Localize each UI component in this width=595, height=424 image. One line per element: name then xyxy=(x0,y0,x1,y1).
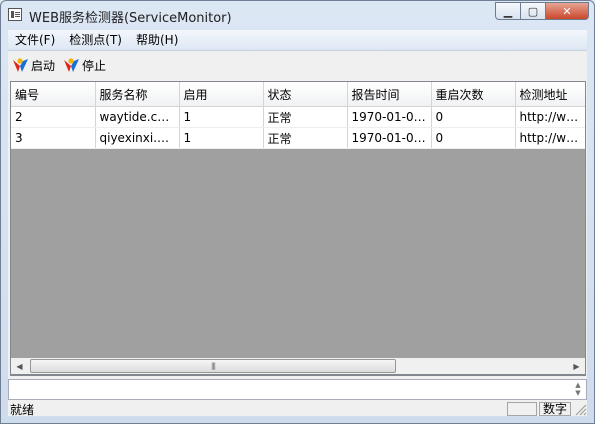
table-cell: 1 xyxy=(179,127,264,149)
maximize-button[interactable]: ▢ xyxy=(520,2,546,20)
start-button[interactable]: 启动 xyxy=(8,54,59,76)
close-icon: ✕ xyxy=(562,4,572,18)
menu-checkpoint[interactable]: 检测点(T) xyxy=(62,30,129,50)
table-cell: 1970-01-01 ... xyxy=(347,106,432,128)
table-row[interactable]: 3 qiyexinxi.net 1 正常 1970-01-01 ... 0 ht… xyxy=(11,127,585,149)
column-header-report-time[interactable]: 报告时间 xyxy=(347,82,432,107)
scroll-thumb[interactable]: ||| xyxy=(30,359,396,373)
status-text: 就绪 xyxy=(10,402,35,417)
table-cell: 正常 xyxy=(263,106,348,128)
app-icon[interactable] xyxy=(8,8,22,21)
service-list[interactable]: 编号 服务名称 启用 状态 报告时间 重启次数 检测地址 2 waytide.c… xyxy=(10,81,586,376)
client-area: 文件(F) 检测点(T) 帮助(H) 启动 停止 编号 服务名称 启用 状态 报… xyxy=(8,30,587,417)
table-cell: http://www. xyxy=(515,127,585,149)
minimize-icon: ▁ xyxy=(503,4,513,18)
app-window: WEB服务检测器(ServiceMonitor) ▁ ▢ ✕ 文件(F) 检测点… xyxy=(0,0,595,424)
status-bar: 就绪 数字 xyxy=(8,401,587,417)
close-button[interactable]: ✕ xyxy=(545,2,589,20)
table-cell: 1970-01-01 ... xyxy=(347,127,432,149)
horizontal-scrollbar[interactable]: ◀ ||| ▶ xyxy=(10,358,586,375)
maximize-icon: ▢ xyxy=(527,4,539,18)
scroll-right-icon[interactable]: ▶ xyxy=(568,358,585,374)
title-bar[interactable]: WEB服务检测器(ServiceMonitor) ▁ ▢ ✕ xyxy=(1,1,594,29)
window-title: WEB服务检测器(ServiceMonitor) xyxy=(29,11,232,26)
table-cell: 3 xyxy=(11,127,96,149)
log-scroll-arrows[interactable]: ▲ ▼ xyxy=(572,381,584,398)
stop-icon xyxy=(64,57,80,72)
table-cell: waytide.com xyxy=(95,106,180,128)
table-cell: http://www. xyxy=(515,106,585,128)
table-cell: 1 xyxy=(179,106,264,128)
column-header-enabled[interactable]: 启用 xyxy=(179,82,264,107)
status-panel-empty xyxy=(506,402,537,416)
scroll-left-icon[interactable]: ◀ xyxy=(11,358,28,374)
service-table: 编号 服务名称 启用 状态 报告时间 重启次数 检测地址 2 waytide.c… xyxy=(11,82,585,149)
status-numlock: 数字 xyxy=(538,402,571,416)
toolbar: 启动 停止 xyxy=(8,52,587,78)
stop-label: 停止 xyxy=(82,58,107,73)
table-row[interactable]: 2 waytide.com 1 正常 1970-01-01 ... 0 http… xyxy=(11,106,585,128)
start-label: 启动 xyxy=(31,58,56,73)
chevron-up-icon[interactable]: ▲ xyxy=(572,381,584,389)
table-header-row: 编号 服务名称 启用 状态 报告时间 重启次数 检测地址 xyxy=(11,82,585,107)
table-cell: 0 xyxy=(431,106,516,128)
column-header-status[interactable]: 状态 xyxy=(263,82,348,107)
resize-grip-icon[interactable] xyxy=(573,402,587,416)
table-cell: 正常 xyxy=(263,127,348,149)
table-cell: 0 xyxy=(431,127,516,149)
column-header-id[interactable]: 编号 xyxy=(11,82,96,107)
grip-icon: ||| xyxy=(210,362,216,370)
minimize-button[interactable]: ▁ xyxy=(495,2,521,20)
stop-button[interactable]: 停止 xyxy=(59,54,110,76)
column-header-restart-count[interactable]: 重启次数 xyxy=(431,82,516,107)
log-panel[interactable]: ▲ ▼ xyxy=(8,379,587,400)
menu-file[interactable]: 文件(F) xyxy=(8,30,62,50)
table-cell: 2 xyxy=(11,106,96,128)
chevron-down-icon[interactable]: ▼ xyxy=(572,389,584,397)
menu-help[interactable]: 帮助(H) xyxy=(129,30,185,50)
column-header-service-name[interactable]: 服务名称 xyxy=(95,82,180,107)
caption-buttons: ▁ ▢ ✕ xyxy=(495,2,589,21)
menu-bar: 文件(F) 检测点(T) 帮助(H) xyxy=(8,30,587,51)
start-icon xyxy=(13,57,28,72)
column-header-check-url[interactable]: 检测地址 xyxy=(515,82,585,107)
table-cell: qiyexinxi.net xyxy=(95,127,180,149)
